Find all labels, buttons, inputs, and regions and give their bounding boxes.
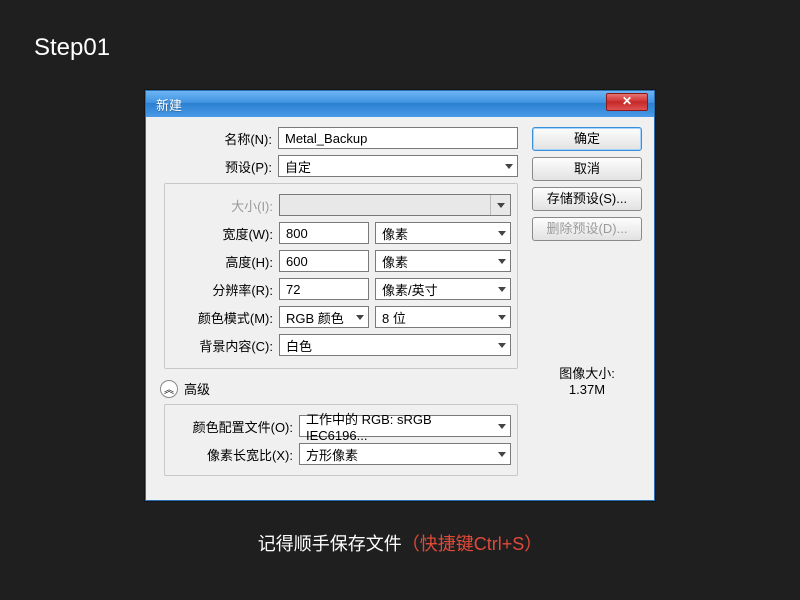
- close-button[interactable]: ✕: [606, 93, 648, 111]
- width-unit-select[interactable]: 像素: [375, 222, 511, 244]
- image-size-value: 1.37M: [532, 382, 642, 397]
- advanced-toggle-row: ︽ 高级: [160, 379, 518, 398]
- dialog-title: 新建: [156, 95, 182, 114]
- image-size-label: 图像大小:: [532, 363, 642, 382]
- bg-label: 背景内容(C):: [171, 336, 279, 355]
- preset-value: 自定: [285, 157, 311, 176]
- row-width: 宽度(W): 像素: [171, 222, 511, 244]
- aspect-value: 方形像素: [306, 445, 358, 464]
- dialog-left-column: 名称(N): 预设(P): 自定 大小(I):: [158, 127, 518, 486]
- height-input[interactable]: [279, 250, 369, 272]
- height-unit-value: 像素: [382, 252, 408, 271]
- dialog-titlebar[interactable]: 新建 ✕: [146, 91, 654, 117]
- chevron-down-icon: [497, 203, 505, 208]
- chevron-down-icon: [505, 164, 513, 169]
- dialog-body: 名称(N): 预设(P): 自定 大小(I):: [146, 117, 654, 500]
- width-unit-value: 像素: [382, 224, 408, 243]
- advanced-label: 高级: [184, 379, 210, 398]
- chevron-down-icon: [498, 424, 506, 429]
- width-label: 宽度(W):: [171, 224, 279, 243]
- footer-text: 记得顺手保存文件: [258, 534, 402, 554]
- color-depth-select[interactable]: 8 位: [375, 306, 511, 328]
- name-input[interactable]: [278, 127, 518, 149]
- bg-value: 白色: [286, 336, 312, 355]
- profile-select[interactable]: 工作中的 RGB: sRGB IEC6196...: [299, 415, 511, 437]
- name-label: 名称(N):: [158, 129, 278, 148]
- delete-preset-button: 删除预设(D)...: [532, 217, 642, 241]
- ok-button[interactable]: 确定: [532, 127, 642, 151]
- chevron-down-icon: [498, 231, 506, 236]
- color-mode-label: 颜色模式(M):: [171, 308, 279, 327]
- chevron-down-icon: [498, 259, 506, 264]
- image-size-block: 图像大小: 1.37M: [532, 363, 642, 397]
- height-unit-select[interactable]: 像素: [375, 250, 511, 272]
- color-mode-value: RGB 颜色: [286, 308, 344, 327]
- row-profile: 颜色配置文件(O): 工作中的 RGB: sRGB IEC6196...: [171, 415, 511, 437]
- profile-value: 工作中的 RGB: sRGB IEC6196...: [306, 409, 494, 443]
- row-bg: 背景内容(C): 白色: [171, 334, 511, 356]
- dialog-right-column: 确定 取消 存储预设(S)... 删除预设(D)... 图像大小: 1.37M: [532, 127, 642, 486]
- footer-hotkey: （快捷键Ctrl+S）: [402, 534, 543, 554]
- aspect-label: 像素长宽比(X):: [171, 445, 299, 464]
- width-input[interactable]: [279, 222, 369, 244]
- cancel-button[interactable]: 取消: [532, 157, 642, 181]
- preset-select[interactable]: 自定: [278, 155, 518, 177]
- color-mode-select[interactable]: RGB 颜色: [279, 306, 369, 328]
- row-resolution: 分辨率(R): 像素/英寸: [171, 278, 511, 300]
- row-preset: 预设(P): 自定: [158, 155, 518, 177]
- color-depth-value: 8 位: [382, 308, 406, 327]
- resolution-unit-value: 像素/英寸: [382, 280, 438, 299]
- advanced-toggle[interactable]: ︽: [160, 380, 178, 398]
- footer-tip: 记得顺手保存文件（快捷键Ctrl+S）: [0, 530, 800, 556]
- size-select: [279, 194, 511, 216]
- row-name: 名称(N):: [158, 127, 518, 149]
- resolution-label: 分辨率(R):: [171, 280, 279, 299]
- profile-label: 颜色配置文件(O):: [171, 417, 299, 436]
- chevron-down-icon: [498, 315, 506, 320]
- resolution-unit-select[interactable]: 像素/英寸: [375, 278, 511, 300]
- row-height: 高度(H): 像素: [171, 250, 511, 272]
- row-color-mode: 颜色模式(M): RGB 颜色 8 位: [171, 306, 511, 328]
- bg-select[interactable]: 白色: [279, 334, 511, 356]
- advanced-group: 颜色配置文件(O): 工作中的 RGB: sRGB IEC6196... 像素长…: [164, 404, 518, 476]
- save-preset-button[interactable]: 存储预设(S)...: [532, 187, 642, 211]
- aspect-select[interactable]: 方形像素: [299, 443, 511, 465]
- resolution-input[interactable]: [279, 278, 369, 300]
- new-document-dialog: 新建 ✕ 名称(N): 预设(P): 自定 大小(I):: [145, 90, 655, 501]
- chevron-down-icon: [498, 452, 506, 457]
- preset-label: 预设(P):: [158, 157, 278, 176]
- height-label: 高度(H):: [171, 252, 279, 271]
- size-group: 大小(I): 宽度(W): 像素 高度(H):: [164, 183, 518, 369]
- chevron-down-icon: [498, 343, 506, 348]
- row-size: 大小(I):: [171, 194, 511, 216]
- chevron-down-icon: [356, 315, 364, 320]
- chevron-down-icon: [498, 287, 506, 292]
- row-aspect: 像素长宽比(X): 方形像素: [171, 443, 511, 465]
- step-title: Step01: [34, 34, 110, 62]
- size-label: 大小(I):: [171, 196, 279, 215]
